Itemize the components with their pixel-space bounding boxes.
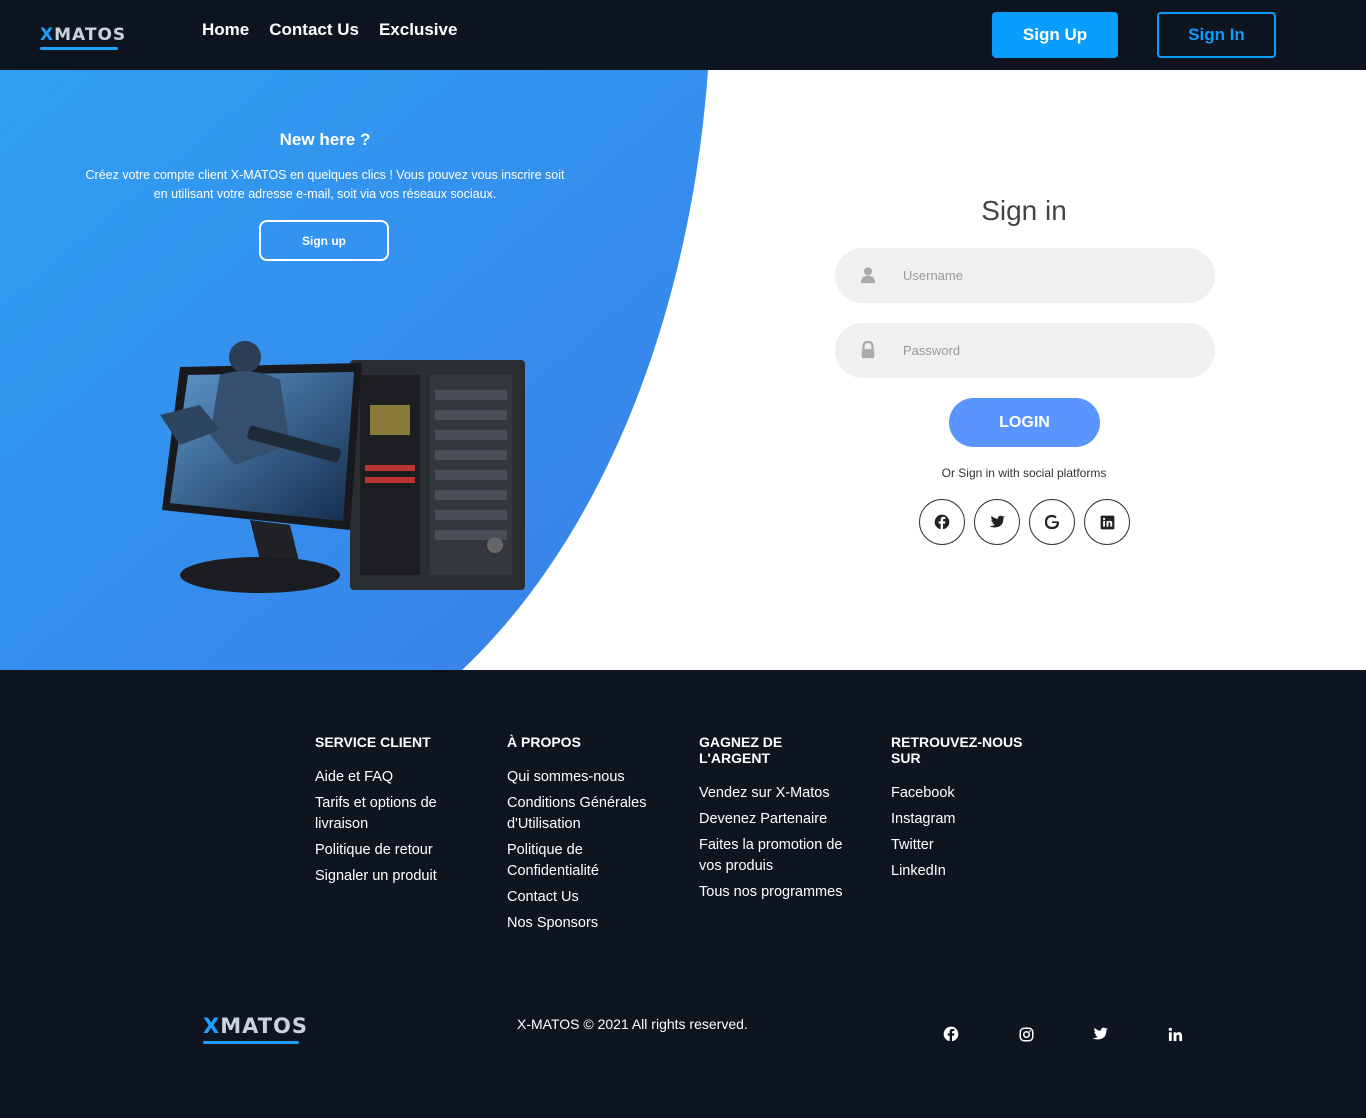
username-input[interactable]: [903, 248, 1193, 303]
footer-heading: SERVICE CLIENT: [315, 734, 431, 750]
facebook-icon: [934, 514, 950, 530]
google-signin-button[interactable]: [1029, 499, 1075, 545]
facebook-signin-button[interactable]: [919, 499, 965, 545]
new-here-title: New here ?: [279, 130, 371, 149]
linkedin-signin-button[interactable]: [1084, 499, 1130, 545]
facebook-icon: [943, 1026, 959, 1042]
twitter-signin-button[interactable]: [974, 499, 1020, 545]
linkedin-icon: [1100, 515, 1114, 529]
footer-col-a-propos: À PROPOS Qui sommes-nous Conditions Géné…: [507, 734, 699, 939]
footer-link[interactable]: Politique de Confidentialité: [507, 840, 657, 882]
logo-x: X: [203, 1014, 221, 1038]
google-icon: [1044, 514, 1060, 530]
footer-link[interactable]: Tarifs et options de livraison: [315, 793, 465, 835]
copyright-text: X-MATOS © 2021 All rights reserved.: [517, 1016, 748, 1032]
logo-underline: [203, 1041, 299, 1044]
footer-link[interactable]: Instagram: [891, 809, 1041, 830]
footer-link[interactable]: Politique de retour: [315, 840, 465, 861]
footer-link[interactable]: Faites la promotion de vos produis: [699, 835, 849, 877]
logo-underline: [40, 47, 118, 50]
footer-link[interactable]: LinkedIn: [891, 861, 1041, 882]
footer-linkedin-link[interactable]: [1166, 1025, 1184, 1043]
social-signin-row: [919, 499, 1130, 545]
footer-link[interactable]: Qui sommes-nous: [507, 767, 657, 788]
hero-signup-button[interactable]: Sign up: [259, 220, 389, 261]
nav-exclusive[interactable]: Exclusive: [379, 20, 457, 40]
footer-link[interactable]: Tous nos programmes: [699, 882, 849, 903]
footer-brand-logo[interactable]: XMATOS: [203, 1008, 307, 1044]
user-icon: [860, 267, 876, 284]
login-button[interactable]: LOGIN: [949, 398, 1100, 447]
footer-link[interactable]: Contact Us: [507, 887, 657, 908]
brand-logo[interactable]: XMATOS: [40, 20, 125, 50]
linkedin-icon: [1168, 1027, 1182, 1041]
password-input[interactable]: [903, 323, 1193, 378]
footer-link[interactable]: Signaler un produit: [315, 866, 465, 887]
signin-button[interactable]: Sign In: [1157, 12, 1276, 58]
footer-col-retrouvez: RETROUVEZ-NOUS SUR Facebook Instagram Tw…: [891, 734, 1083, 939]
footer-link[interactable]: Nos Sponsors: [507, 913, 657, 934]
footer-facebook-link[interactable]: [942, 1025, 960, 1043]
footer-columns: SERVICE CLIENT Aide et FAQ Tarifs et opt…: [315, 734, 1083, 939]
instagram-icon: [1019, 1027, 1033, 1041]
footer-col-gagnez: GAGNEZ DE L'ARGENT Vendez sur X-Matos De…: [699, 734, 891, 939]
signup-button[interactable]: Sign Up: [992, 12, 1118, 58]
signin-title: Sign in: [981, 195, 1067, 226]
auth-section: New here ? Créez votre compte client X-M…: [0, 70, 1366, 670]
nav-links: Home Contact Us Exclusive: [202, 20, 457, 40]
footer-link[interactable]: Vendez sur X-Matos: [699, 783, 849, 804]
footer-instagram-link[interactable]: [1017, 1025, 1035, 1043]
new-here-text: Créez votre compte client X-MATOS en que…: [85, 168, 565, 201]
password-field[interactable]: [835, 323, 1215, 378]
logo-text: MATOS: [54, 25, 127, 45]
social-signin-text: Or Sign in with social platforms: [941, 466, 1107, 480]
footer-link[interactable]: Conditions Générales d'Utilisation: [507, 793, 657, 835]
footer-heading: À PROPOS: [507, 734, 581, 750]
top-navbar: XMATOS Home Contact Us Exclusive Sign Up…: [0, 0, 1366, 70]
nav-home[interactable]: Home: [202, 20, 249, 40]
logo-text: MATOS: [220, 1014, 309, 1038]
nav-contact-us[interactable]: Contact Us: [269, 20, 359, 40]
footer-twitter-link[interactable]: [1091, 1025, 1109, 1043]
footer-col-service-client: SERVICE CLIENT Aide et FAQ Tarifs et opt…: [315, 734, 507, 939]
footer-link[interactable]: Facebook: [891, 783, 1041, 804]
lock-icon: [861, 341, 875, 359]
twitter-icon: [989, 515, 1005, 528]
footer-link[interactable]: Twitter: [891, 835, 1041, 856]
footer-heading: GAGNEZ DE L'ARGENT: [699, 734, 783, 766]
footer-link[interactable]: Devenez Partenaire: [699, 809, 849, 830]
username-field[interactable]: [835, 248, 1215, 303]
logo-x: X: [40, 25, 55, 45]
footer-heading: RETROUVEZ-NOUS SUR: [891, 734, 1023, 766]
footer-link[interactable]: Aide et FAQ: [315, 767, 465, 788]
gaming-pc-illustration: [160, 341, 525, 593]
twitter-icon: [1092, 1027, 1108, 1040]
